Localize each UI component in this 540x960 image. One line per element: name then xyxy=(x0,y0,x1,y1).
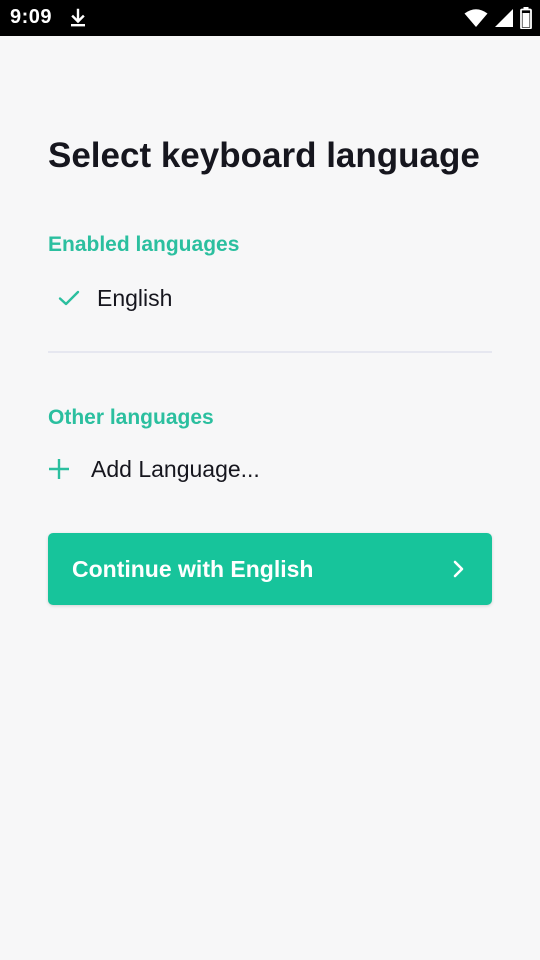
status-time: 9:09 xyxy=(10,6,53,28)
enabled-language-english[interactable]: English xyxy=(48,276,492,320)
add-language-label: Add Language... xyxy=(91,455,260,482)
enabled-language-label: English xyxy=(97,284,173,311)
plus-icon xyxy=(47,457,71,481)
chevron-right-icon xyxy=(448,559,468,579)
other-languages-heading: Other languages xyxy=(48,406,214,429)
page-title: Select keyboard language xyxy=(48,136,480,175)
continue-button[interactable]: Continue with English xyxy=(48,533,492,605)
signal-icon xyxy=(494,8,514,28)
check-icon xyxy=(57,286,81,310)
status-bar: 9:09 xyxy=(0,0,540,36)
continue-button-label: Continue with English xyxy=(72,555,314,582)
wifi-icon xyxy=(464,8,488,28)
download-icon xyxy=(68,8,88,28)
battery-icon xyxy=(520,7,532,29)
section-divider xyxy=(48,351,492,353)
enabled-languages-heading: Enabled languages xyxy=(48,233,240,256)
add-language-button[interactable]: Add Language... xyxy=(48,447,492,491)
status-icons xyxy=(464,7,532,29)
